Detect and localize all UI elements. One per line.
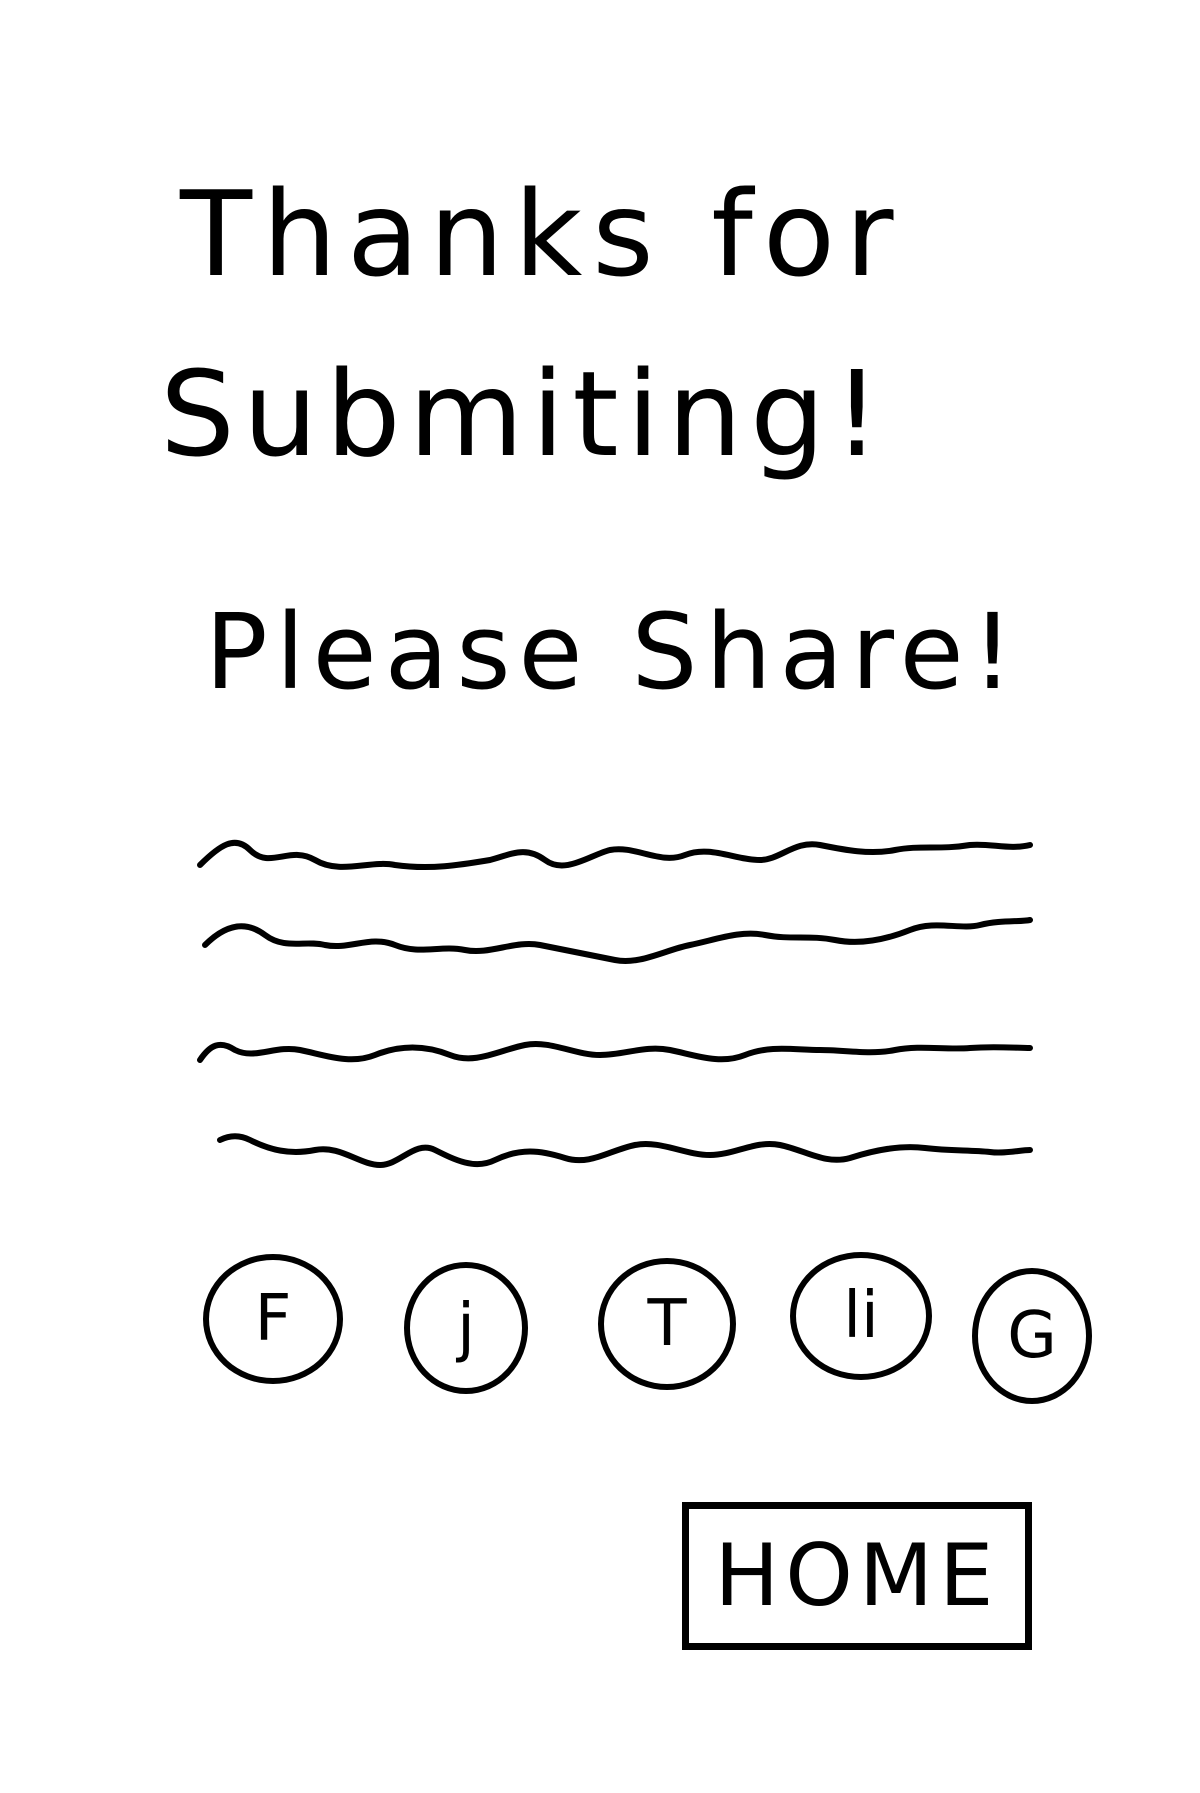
facebook-share-button[interactable]: F — [203, 1254, 343, 1384]
placeholder-text-line-3 — [197, 1041, 1033, 1063]
twitter-icon: T — [647, 1287, 687, 1361]
confirmation-title-line-1: Thanks for — [180, 165, 904, 303]
j-share-button[interactable]: j — [404, 1262, 528, 1394]
google-share-button[interactable]: G — [972, 1268, 1092, 1404]
placeholder-text-line-4 — [217, 1133, 1033, 1168]
placeholder-text-line-1 — [197, 839, 1033, 871]
home-button[interactable]: HOME — [682, 1502, 1032, 1650]
linkedin-share-button[interactable]: li — [790, 1252, 932, 1380]
share-prompt: Please Share! — [205, 591, 1022, 713]
placeholder-text-line-2 — [202, 917, 1033, 964]
linkedin-icon: li — [843, 1279, 879, 1353]
twitter-share-button[interactable]: T — [598, 1258, 736, 1390]
home-button-label: HOME — [714, 1526, 1000, 1626]
google-icon: G — [1007, 1299, 1057, 1373]
confirmation-title-line-2: Submiting! — [160, 345, 889, 483]
facebook-icon: F — [254, 1282, 292, 1356]
share-icon: j — [457, 1291, 475, 1365]
confirmation-screen: Thanks for Submiting! Please Share! F j … — [0, 0, 1200, 1793]
